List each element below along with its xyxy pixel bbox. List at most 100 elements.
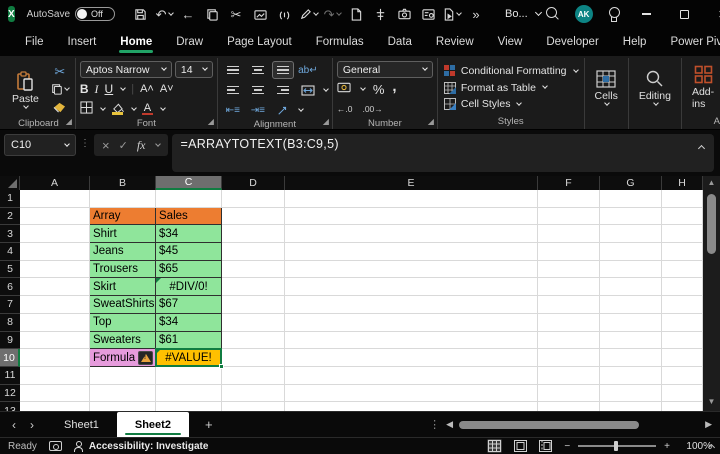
- cell-B5[interactable]: Trousers: [90, 261, 156, 279]
- align-top-button[interactable]: [222, 61, 244, 79]
- cell-A2[interactable]: [20, 208, 90, 226]
- cell-B3[interactable]: Shirt: [90, 225, 156, 243]
- cell-A13[interactable]: [20, 402, 90, 411]
- cell-E13[interactable]: [285, 402, 538, 411]
- horizontal-scroll-thumb[interactable]: [459, 421, 639, 429]
- cancel-entry-icon[interactable]: ×: [102, 138, 110, 153]
- cell-D1[interactable]: [222, 190, 285, 208]
- cell-D3[interactable]: [222, 225, 285, 243]
- back-icon[interactable]: ←: [177, 3, 199, 25]
- bold-button[interactable]: B: [80, 82, 89, 96]
- cell-D2[interactable]: [222, 208, 285, 226]
- cell-C10[interactable]: #VALUE!: [156, 349, 222, 367]
- row-header-12[interactable]: 12: [0, 385, 20, 403]
- horizontal-scroll-track[interactable]: [459, 420, 699, 429]
- new-file-icon[interactable]: [345, 3, 367, 25]
- cell-E2[interactable]: [285, 208, 538, 226]
- normal-view-button[interactable]: [487, 439, 502, 453]
- cell-H9[interactable]: [662, 332, 703, 350]
- undo-icon[interactable]: ↶: [153, 3, 175, 25]
- cell-E8[interactable]: [285, 314, 538, 332]
- minimize-button[interactable]: [635, 4, 659, 24]
- pen-icon[interactable]: [297, 3, 319, 25]
- lightbulb-icon[interactable]: [607, 6, 621, 22]
- zoom-slider[interactable]: − +: [564, 441, 670, 452]
- cell-D6[interactable]: [222, 278, 285, 296]
- cell-F13[interactable]: [538, 402, 600, 411]
- paste-button[interactable]: Paste: [6, 60, 45, 118]
- name-manager-icon[interactable]: [417, 3, 439, 25]
- cell-H13[interactable]: [662, 402, 703, 411]
- tab-draw[interactable]: Draw: [165, 31, 214, 54]
- cell-F10[interactable]: [538, 349, 600, 367]
- scrollbar-handle-icon[interactable]: ⋮: [429, 418, 440, 431]
- autosave-toggle[interactable]: AutoSave Off: [27, 7, 115, 21]
- tab-insert[interactable]: Insert: [57, 31, 108, 54]
- cell-G5[interactable]: [600, 261, 662, 279]
- cell-C13[interactable]: [156, 402, 222, 411]
- cell-G10[interactable]: [600, 349, 662, 367]
- align-left-button[interactable]: [222, 81, 244, 99]
- cell-B10[interactable]: Formula: [90, 349, 156, 367]
- italic-button[interactable]: I: [95, 82, 99, 97]
- cell-E9[interactable]: [285, 332, 538, 350]
- cell-H12[interactable]: [662, 385, 703, 403]
- cell-A12[interactable]: [20, 385, 90, 403]
- cell-G13[interactable]: [600, 402, 662, 411]
- addins-button[interactable]: Add-ins: [686, 60, 720, 114]
- scroll-down-icon[interactable]: ▼: [708, 397, 716, 409]
- align-middle-button[interactable]: [247, 61, 269, 79]
- fill-handle[interactable]: [219, 364, 224, 369]
- row-header-10[interactable]: 10: [0, 349, 20, 367]
- cell-C9[interactable]: $61: [156, 332, 222, 350]
- comma-style-button[interactable]: ,: [392, 78, 396, 95]
- cell-D10[interactable]: [222, 349, 285, 367]
- confirm-entry-icon[interactable]: ✓: [119, 139, 128, 152]
- cell-G9[interactable]: [600, 332, 662, 350]
- format-as-table-button[interactable]: Format as Table: [444, 80, 578, 96]
- document-title[interactable]: Bo...: [505, 8, 541, 20]
- font-color-button[interactable]: A: [142, 103, 153, 116]
- alignment-dialog-launcher[interactable]: ◢: [323, 117, 329, 126]
- clipboard-dialog-launcher[interactable]: ◢: [66, 117, 72, 126]
- cell-A4[interactable]: [20, 243, 90, 261]
- row-header-2[interactable]: 2: [0, 208, 20, 226]
- cell-B13[interactable]: [90, 402, 156, 411]
- tab-page-layout[interactable]: Page Layout: [216, 31, 303, 54]
- row-header-8[interactable]: 8: [0, 314, 20, 332]
- page-layout-view-button[interactable]: [514, 440, 527, 452]
- cell-H7[interactable]: [662, 296, 703, 314]
- avatar[interactable]: AK: [575, 5, 593, 23]
- zoom-in-icon[interactable]: +: [664, 441, 670, 452]
- tab-power-pivot[interactable]: Power Pivot: [659, 31, 720, 54]
- cell-E5[interactable]: [285, 261, 538, 279]
- cell-A10[interactable]: [20, 349, 90, 367]
- search-icon[interactable]: [545, 6, 561, 22]
- decrease-decimal-button[interactable]: .00→: [362, 104, 382, 114]
- cell-E6[interactable]: [285, 278, 538, 296]
- picture-icon[interactable]: [249, 3, 271, 25]
- cell-C3[interactable]: $34: [156, 225, 222, 243]
- merge-center-button[interactable]: [297, 81, 319, 99]
- cell-C5[interactable]: $65: [156, 261, 222, 279]
- cell-C7[interactable]: $67: [156, 296, 222, 314]
- cell-F3[interactable]: [538, 225, 600, 243]
- cell-G4[interactable]: [600, 243, 662, 261]
- cell-C8[interactable]: $34: [156, 314, 222, 332]
- cell-F5[interactable]: [538, 261, 600, 279]
- scroll-up-icon[interactable]: ▲: [708, 178, 716, 190]
- cell-F7[interactable]: [538, 296, 600, 314]
- tab-file[interactable]: File: [14, 31, 55, 54]
- format-painter-button[interactable]: [49, 98, 71, 116]
- column-header-G[interactable]: G: [600, 176, 662, 190]
- vertical-scrollbar[interactable]: ▲ ▼: [703, 176, 720, 411]
- draw-touch-icon[interactable]: [273, 3, 295, 25]
- collapse-formula-bar-icon[interactable]: [698, 145, 705, 152]
- next-sheet-icon[interactable]: ›: [30, 418, 34, 432]
- row-header-11[interactable]: 11: [0, 367, 20, 385]
- cell-D13[interactable]: [222, 402, 285, 411]
- cut-button[interactable]: ✂: [49, 62, 71, 80]
- font-size-select[interactable]: 14: [175, 61, 213, 78]
- grow-font-button[interactable]: A˄: [140, 83, 154, 95]
- cell-D12[interactable]: [222, 385, 285, 403]
